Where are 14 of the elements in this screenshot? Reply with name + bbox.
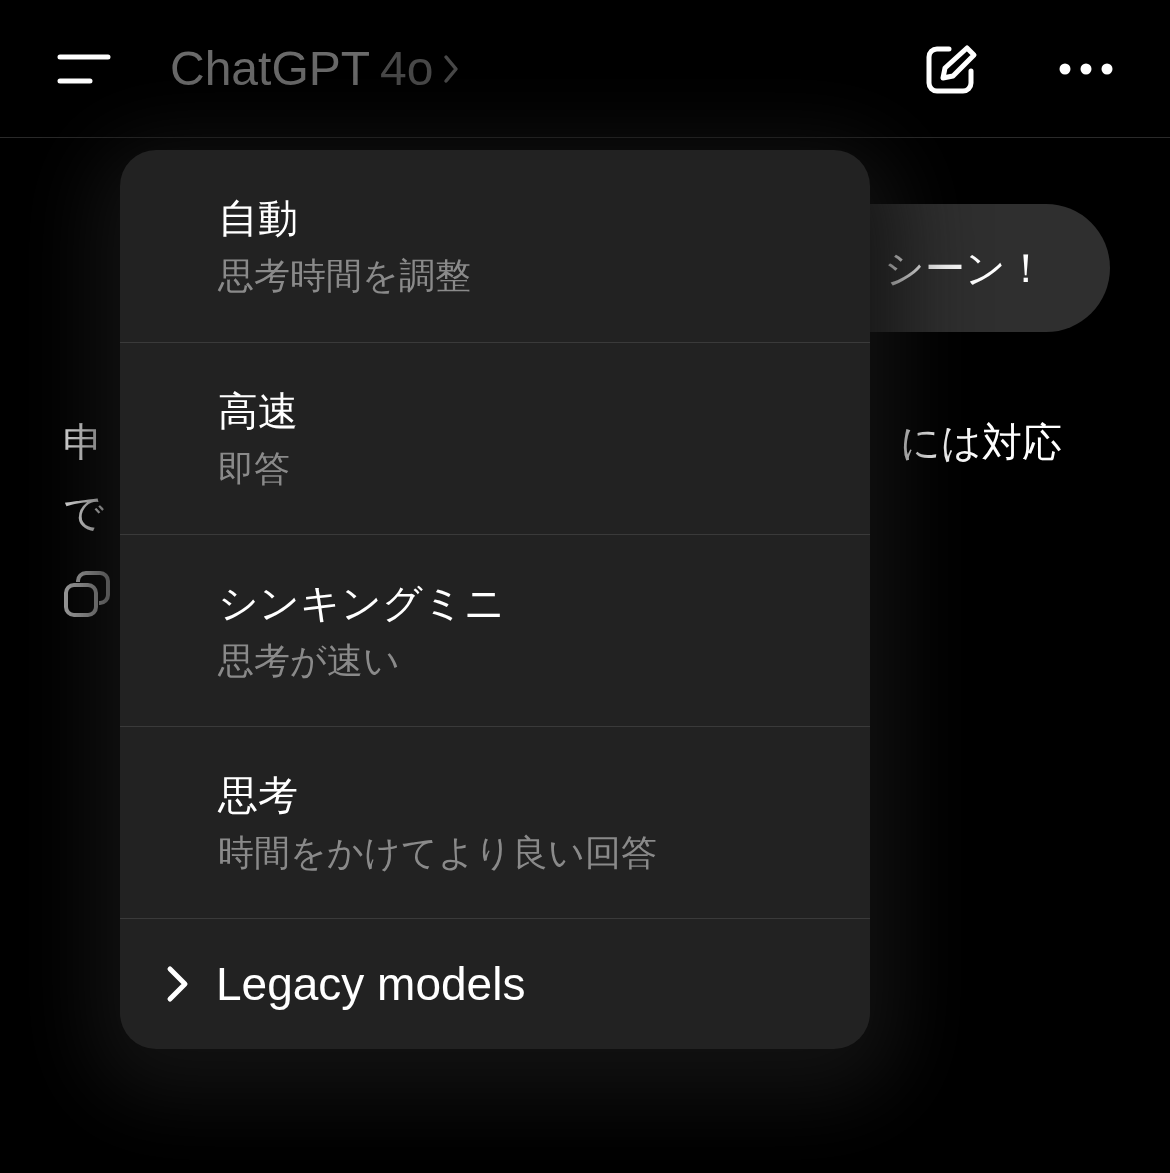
assistant-text: で bbox=[63, 489, 104, 536]
chevron-right-icon bbox=[166, 965, 190, 1003]
model-option[interactable]: 高速 即答 bbox=[120, 342, 870, 534]
model-option[interactable]: シンキングミニ 思考が速い bbox=[120, 534, 870, 726]
model-selector[interactable]: ChatGPT 4o bbox=[170, 32, 460, 105]
model-option[interactable]: 思考 時間をかけてより良い回答 bbox=[120, 726, 870, 918]
assistant-text: 申 bbox=[63, 419, 103, 466]
chevron-right-icon bbox=[443, 53, 460, 84]
more-options-icon[interactable] bbox=[1059, 62, 1113, 75]
assistant-text: には対応 bbox=[900, 419, 1062, 466]
legacy-models-item[interactable]: Legacy models bbox=[120, 918, 870, 1049]
copy-icon[interactable] bbox=[63, 570, 111, 618]
menu-icon[interactable] bbox=[57, 52, 111, 85]
edit-icon[interactable] bbox=[925, 42, 979, 95]
